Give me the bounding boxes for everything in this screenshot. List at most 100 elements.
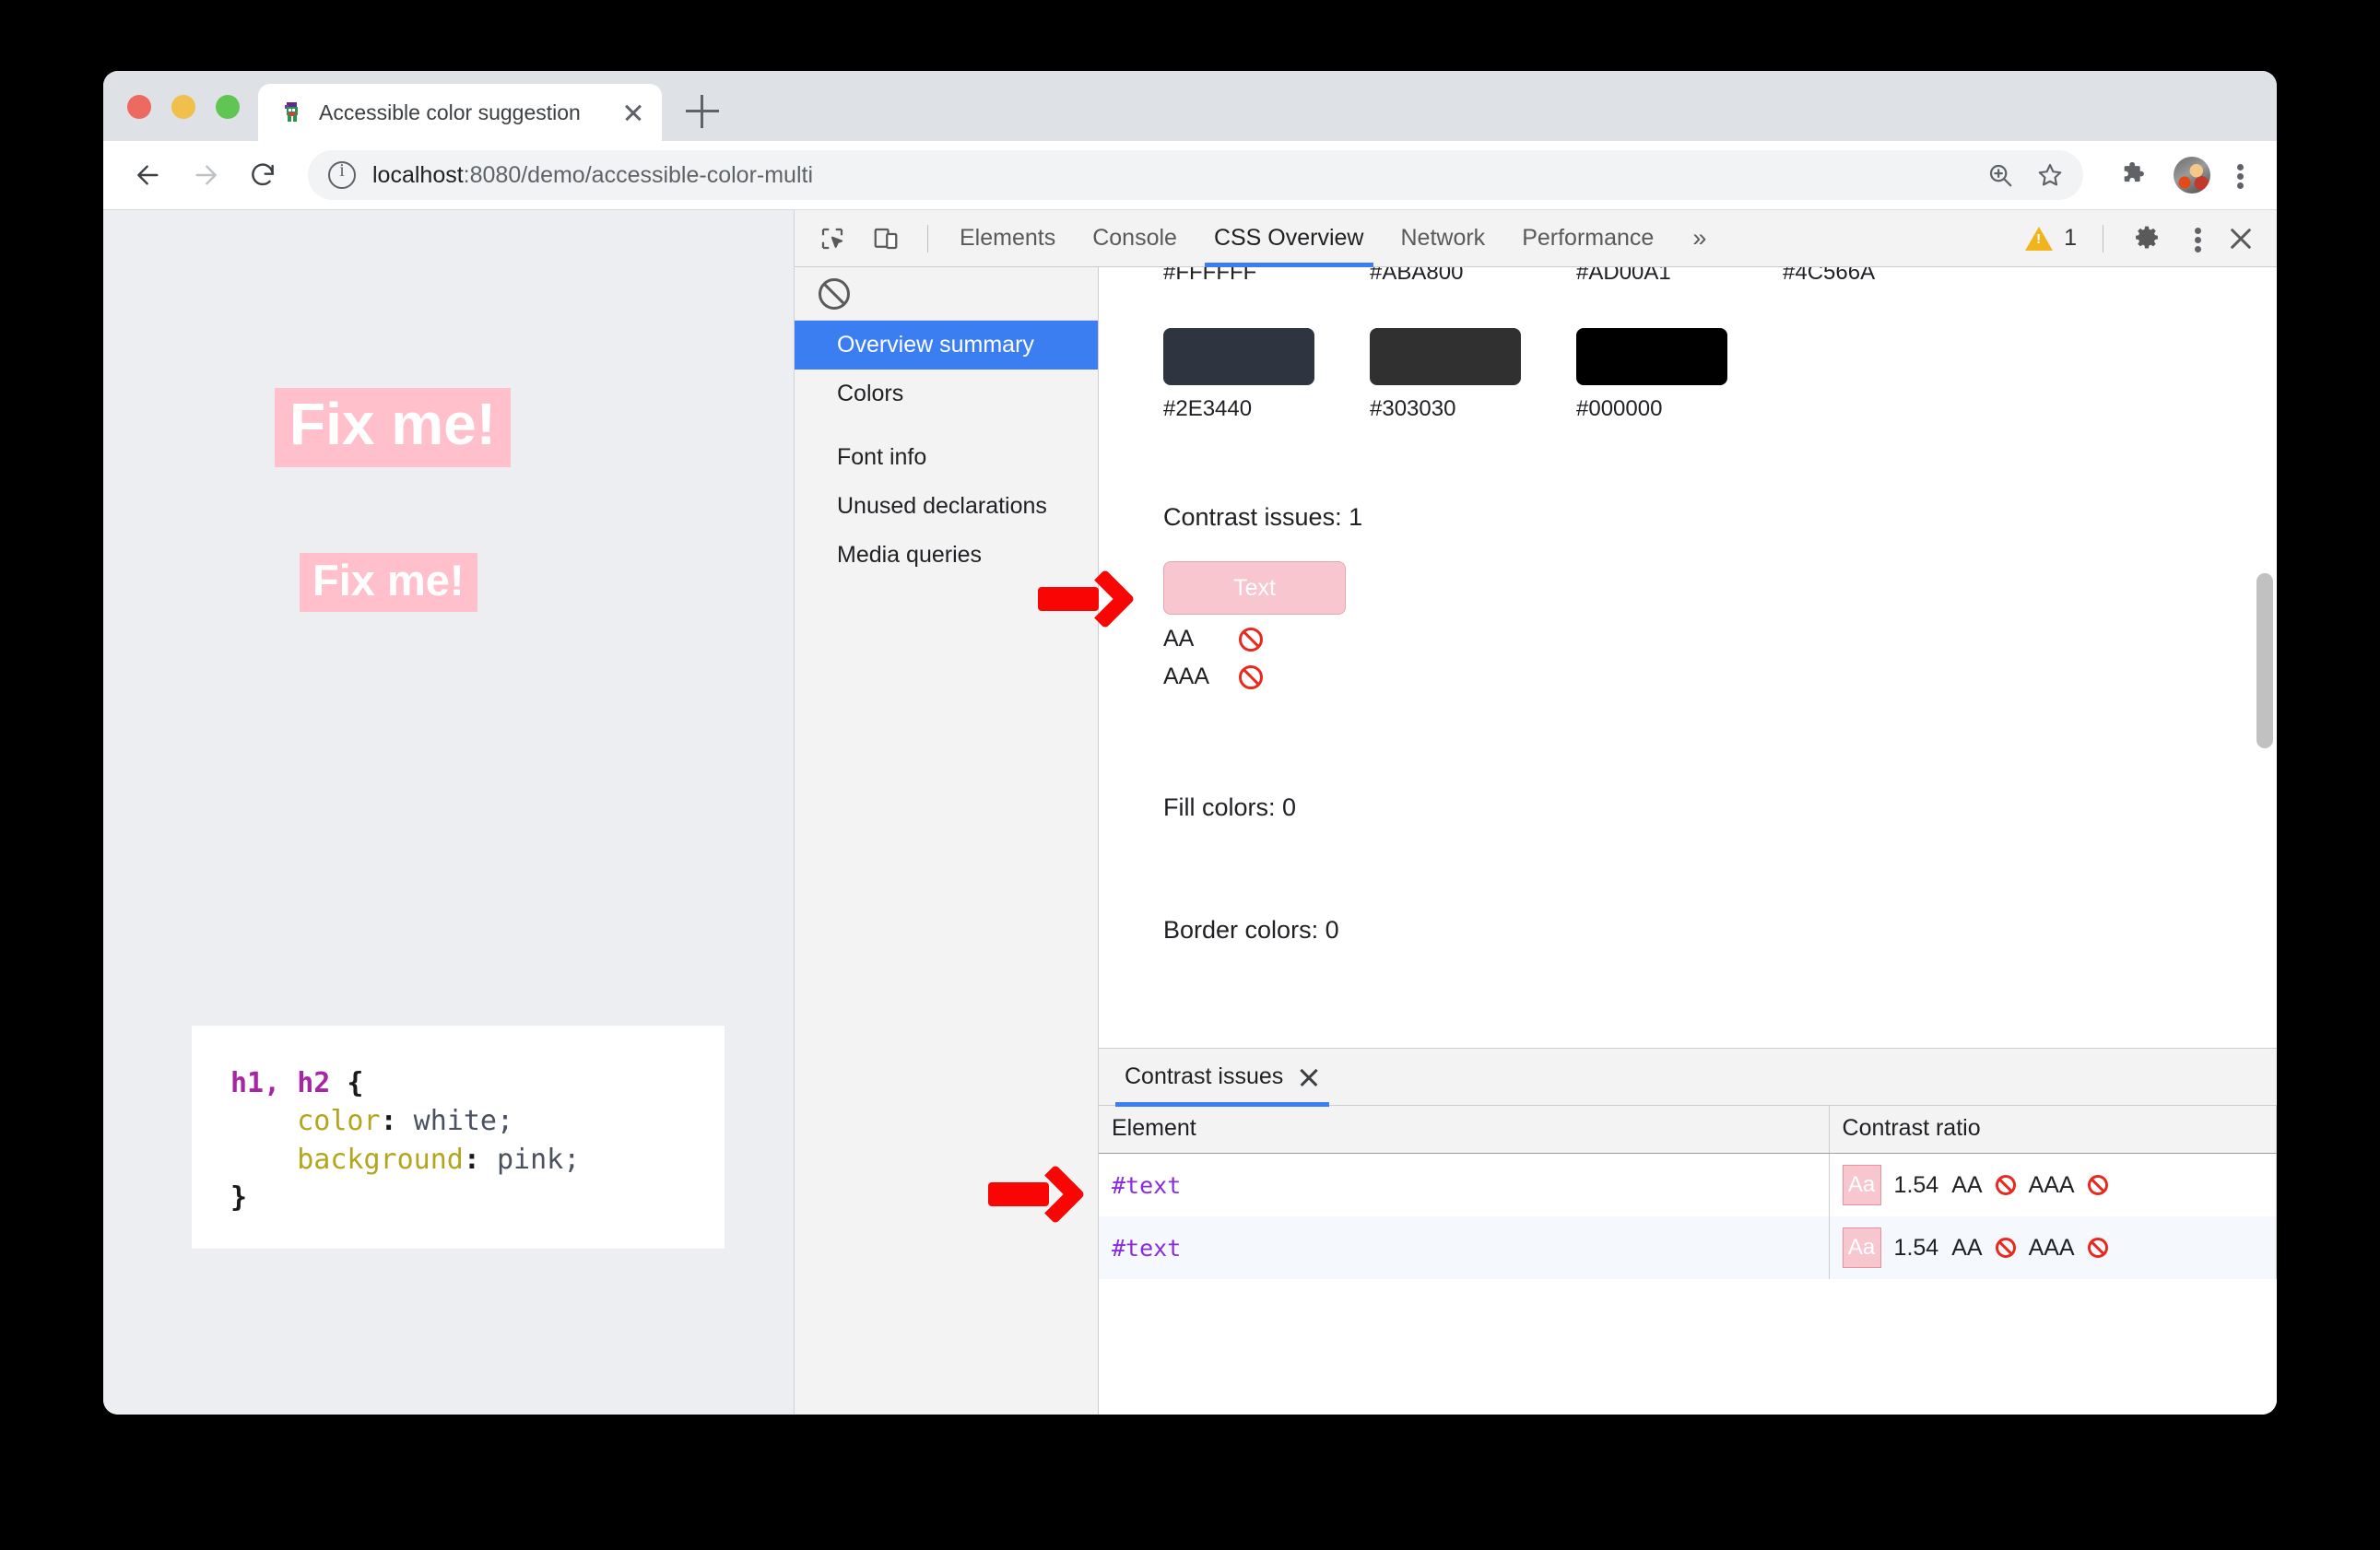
contrast-issues-table: Element Contrast ratio #text Aa 1.54 AA …: [1099, 1106, 2277, 1279]
aa-label: AA: [1951, 1234, 1983, 1261]
chrome-menu-kebab-icon[interactable]: [2225, 153, 2256, 197]
aaa-fail-no-entry-icon: [2087, 1175, 2108, 1195]
contrast-issues-count: Contrast issues: 1: [1163, 503, 1363, 531]
contrast-ratio-value: 1.54: [1893, 1234, 1939, 1261]
device-toolbar-icon[interactable]: [861, 214, 911, 264]
top-color-label[interactable]: #ABA800: [1370, 267, 1576, 286]
window-controls: [127, 95, 240, 119]
code-prop-color: color: [297, 1105, 381, 1138]
sidebar-item-colors[interactable]: Colors: [795, 370, 1098, 418]
close-tab-icon[interactable]: [619, 99, 647, 126]
color-swatch[interactable]: [1163, 328, 1314, 385]
more-tabs-chevron-icon[interactable]: »: [1672, 224, 1724, 252]
close-devtools-icon[interactable]: [2220, 217, 2262, 260]
sidebar-header: [795, 267, 1098, 321]
address-bar[interactable]: localhost:8080/demo/accessible-color-mul…: [308, 150, 2083, 200]
tab-console[interactable]: Console: [1074, 210, 1196, 267]
settings-gear-icon[interactable]: [2126, 217, 2168, 260]
toolbar-divider: [927, 224, 928, 252]
browser-toolbar: localhost:8080/demo/accessible-color-mul…: [103, 141, 2277, 210]
top-color-label[interactable]: #4C566A: [1783, 267, 1989, 286]
column-header-contrast-ratio[interactable]: Contrast ratio: [1829, 1106, 2277, 1154]
color-swatch-label: #303030: [1370, 396, 1456, 421]
cell-contrast-ratio: Aa 1.54 AA AAA: [1829, 1153, 2277, 1216]
devtools-right-controls: 1: [2025, 217, 2277, 261]
zoom-icon[interactable]: [1980, 155, 2021, 195]
url-host: localhost: [372, 161, 464, 188]
devtools-main: Overview summary Colors Font info Unused…: [795, 267, 2277, 1415]
devtools-drawer: Contrast issues Element Contrast ratio #…: [1099, 1048, 2277, 1415]
sidebar-item-overview-summary[interactable]: Overview summary: [795, 321, 1098, 370]
aa-label: AA: [1163, 626, 1195, 652]
css-code-block: h1, h2 { color: white; background: pink;…: [192, 1026, 725, 1249]
devtools-menu-kebab-icon[interactable]: [2183, 217, 2214, 261]
url-path: :8080/demo/accessible-color-multi: [463, 161, 814, 188]
color-swatch[interactable]: [1370, 328, 1521, 385]
no-entry-clear-icon[interactable]: [819, 277, 850, 310]
color-swatch-item[interactable]: #2E3440: [1163, 286, 1370, 422]
tab-network[interactable]: Network: [1383, 210, 1504, 267]
aaa-label: AAA: [2028, 1234, 2075, 1261]
arrow-to-contrast-sample: [1038, 569, 1136, 629]
contrast-sample-chip: Aa: [1842, 1165, 1881, 1205]
tab-elements[interactable]: Elements: [941, 210, 1074, 267]
contrast-sample-text-button[interactable]: Text: [1163, 561, 1346, 615]
warning-badge[interactable]: 1: [2025, 225, 2077, 252]
tab-performance[interactable]: Performance: [1503, 210, 1672, 267]
devtools-tabbar: Elements Console CSS Overview Network Pe…: [795, 210, 2277, 267]
overview-vertical-scrollbar[interactable]: [2256, 573, 2273, 748]
element-name: #text: [1112, 1234, 1182, 1262]
sidebar-item-unused-declarations[interactable]: Unused declarations: [795, 482, 1098, 531]
inspect-element-icon[interactable]: [807, 214, 857, 264]
toolbar-right-icons: [2100, 153, 2256, 197]
table-header-row: Element Contrast ratio: [1099, 1106, 2277, 1154]
overview-summary-scroll[interactable]: #FFFFFF #ABA800 #AD00A1 #4C566A #2E3440: [1099, 267, 2277, 1048]
cell-element[interactable]: #text: [1099, 1153, 1830, 1216]
profile-avatar[interactable]: [2174, 157, 2210, 194]
code-val-color: white;: [396, 1105, 514, 1138]
minimize-window-button[interactable]: [171, 95, 195, 119]
drawer-tab-contrast-issues[interactable]: Contrast issues: [1115, 1049, 1330, 1107]
tab-strip: Accessible color suggestion: [103, 71, 2277, 141]
bookmark-star-icon[interactable]: [2030, 155, 2070, 195]
color-swatch-item[interactable]: #000000: [1576, 286, 1783, 422]
border-colors-count: Border colors: 0: [1163, 916, 1339, 944]
contrast-sample-chip: Aa: [1842, 1227, 1881, 1268]
tab-css-overview[interactable]: CSS Overview: [1196, 210, 1383, 267]
code-close-brace: }: [230, 1181, 248, 1215]
sidebar-item-font-info[interactable]: Font info: [795, 433, 1098, 482]
extensions-puzzle-icon[interactable]: [2113, 153, 2157, 197]
reload-icon[interactable]: [238, 150, 288, 200]
code-val-background: pink;: [479, 1143, 581, 1176]
code-selector: h1, h2: [230, 1067, 331, 1099]
color-swatch[interactable]: [1576, 328, 1727, 385]
window-body: Fix me! Fix me! h1, h2 { color: white; b…: [103, 210, 2277, 1415]
top-color-label[interactable]: #AD00A1: [1576, 267, 1783, 286]
color-swatch-label: #000000: [1576, 396, 1663, 421]
warning-triangle-icon: [2025, 226, 2054, 251]
browser-window: Accessible color suggestion localhost:80…: [103, 71, 2277, 1415]
table-row[interactable]: #text Aa 1.54 AA AAA: [1099, 1153, 2277, 1216]
aa-fail-no-entry-icon: [1995, 1175, 2016, 1195]
cell-element[interactable]: #text: [1099, 1216, 1830, 1279]
top-color-label[interactable]: #FFFFFF: [1163, 267, 1370, 286]
color-swatch-label: #2E3440: [1163, 396, 1253, 421]
site-info-icon[interactable]: [328, 160, 356, 189]
close-window-button[interactable]: [127, 95, 151, 119]
color-swatch-item[interactable]: #303030: [1370, 286, 1576, 422]
aa-fail-no-entry-icon: [1995, 1238, 2016, 1258]
back-arrow-icon[interactable]: [124, 150, 173, 200]
css-overview-sidebar: Overview summary Colors Font info Unused…: [795, 267, 1099, 1415]
browser-tab[interactable]: Accessible color suggestion: [258, 84, 662, 141]
aaa-label: AAA: [1163, 663, 1210, 689]
maximize-window-button[interactable]: [216, 95, 240, 119]
dinosaur-favicon-icon: [280, 100, 304, 124]
aa-result-row: AA: [1163, 626, 2277, 652]
column-header-element[interactable]: Element: [1099, 1106, 1830, 1154]
drawer-tab-label: Contrast issues: [1125, 1063, 1284, 1089]
contrast-ratio-value: 1.54: [1893, 1171, 1939, 1198]
forward-arrow-icon[interactable]: [181, 150, 230, 200]
close-drawer-tab-icon[interactable]: [1298, 1066, 1320, 1088]
table-row[interactable]: #text Aa 1.54 AA AAA: [1099, 1216, 2277, 1279]
new-tab-button[interactable]: [686, 95, 719, 128]
